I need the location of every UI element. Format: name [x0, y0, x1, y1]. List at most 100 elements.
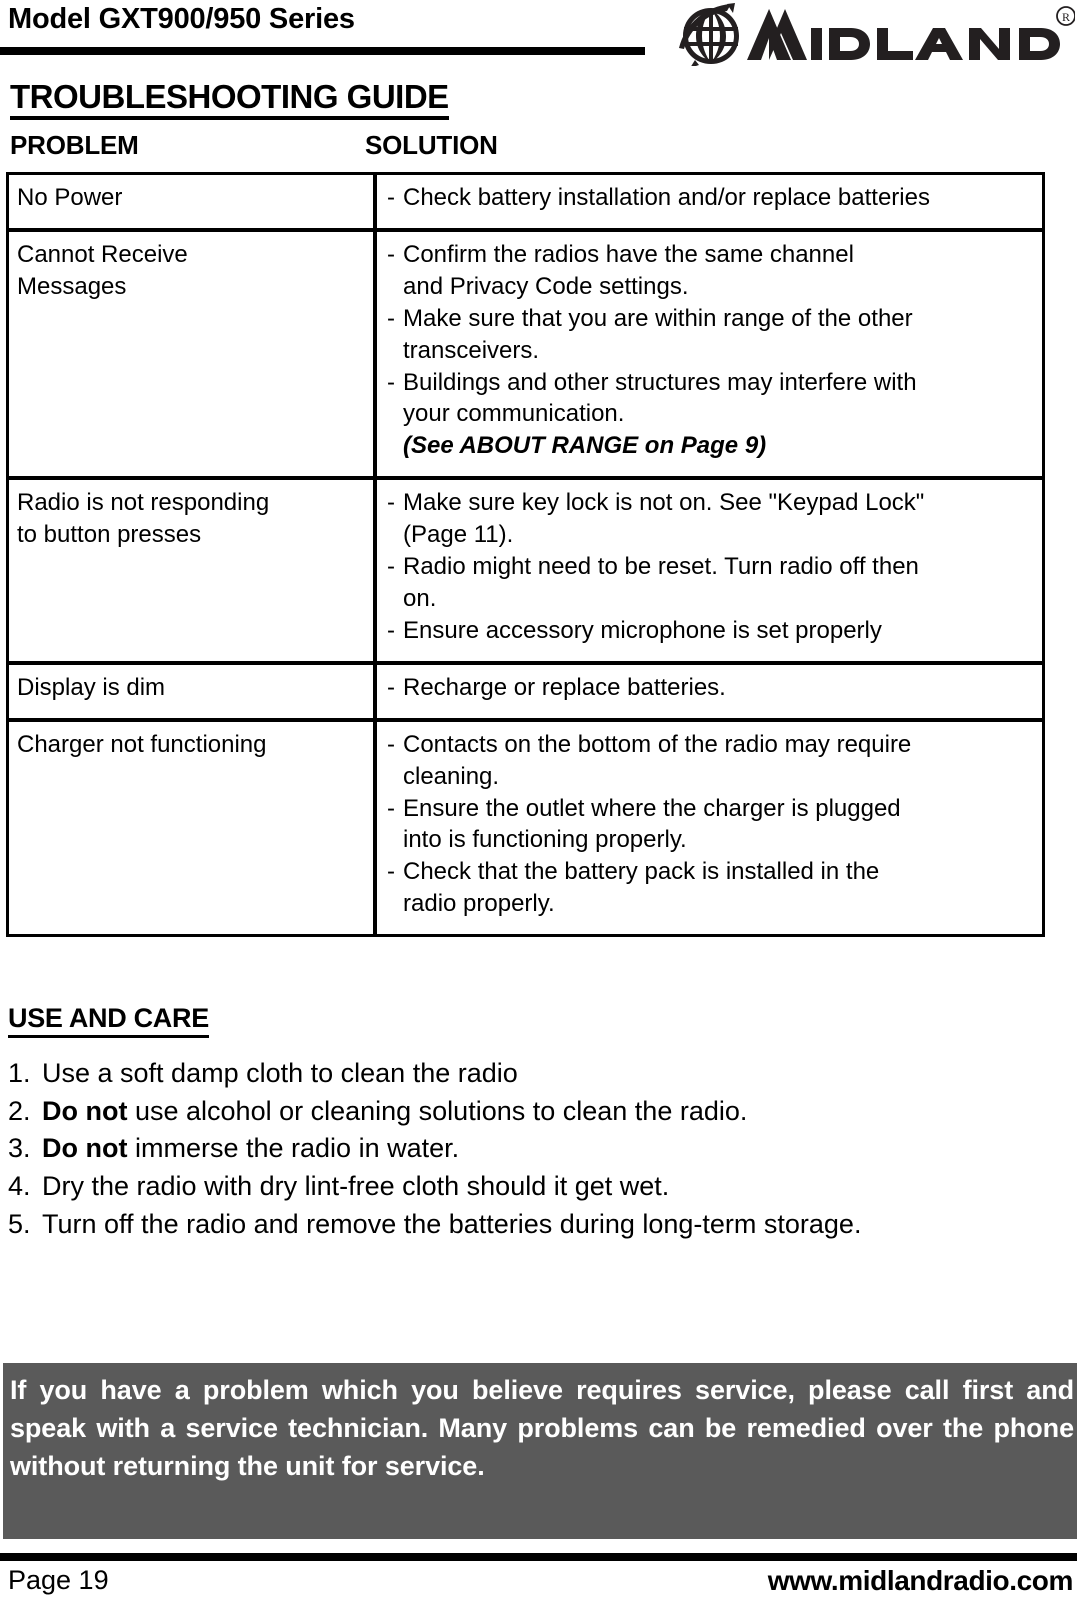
- solution-text-continuation: radio properly.: [403, 890, 555, 918]
- list-item: 2. Do not use alcohol or cleaning solutio…: [8, 1093, 1048, 1130]
- problem-line: to button presses: [17, 521, 202, 549]
- solution-text-continuation: into is functioning properly.: [403, 826, 687, 854]
- midland-wordmark: [747, 9, 1060, 60]
- solution-text: Recharge or replace batteries.: [403, 673, 726, 701]
- list-item: 1. Use a soft damp cloth to clean the rad…: [8, 1055, 1048, 1092]
- problem-cell: Cannot Receive Messages: [7, 229, 377, 479]
- problem-line: Charger not functioning: [17, 730, 267, 758]
- problem-line: Messages: [17, 272, 127, 300]
- solution-text: Buildings and other structures may inter…: [403, 368, 917, 396]
- bullet-dash-icon: -: [387, 368, 395, 396]
- troubleshooting-guide-title: TROUBLESHOOTING GUIDE: [10, 79, 449, 120]
- solution-text-continuation: and Privacy Code settings.: [403, 272, 689, 300]
- bullet-dash-icon: -: [387, 730, 395, 758]
- list-item-emphasis: Do not: [42, 1133, 128, 1164]
- solution-text: Make sure that you are within range of t…: [403, 304, 913, 332]
- bullet-dash-icon: -: [387, 489, 395, 517]
- solution-bullet-line: - Ensure accessory microphone is set prop…: [387, 615, 1036, 647]
- solution-bullet-line: - Make sure that you are within range of …: [387, 303, 1036, 335]
- problem-line: Radio is not responding: [17, 489, 270, 517]
- solution-bullet-line: - Buildings and other structures may inte…: [387, 367, 1036, 399]
- column-heading-solution: SOLUTION: [365, 130, 498, 160]
- solution-text: Confirm the radios have the same channel: [403, 240, 854, 268]
- bullet-dash-icon: -: [387, 553, 395, 581]
- list-item: 3. Do not immerse the radio in water.: [8, 1130, 1048, 1167]
- solution-text: Ensure accessory microphone is set prope…: [403, 616, 882, 644]
- list-item-text: Use a soft damp cloth to clean the radio: [42, 1058, 518, 1088]
- list-item-text: Do not use alcohol or cleaning solutions…: [42, 1095, 748, 1126]
- column-heading-problem: PROBLEM: [10, 130, 139, 160]
- problem-cell: Display is dim: [7, 662, 377, 720]
- solution-bullet-line: - Check battery installation and/or repla…: [387, 182, 1036, 214]
- table-row: Charger not functioning - Contacts on the …: [7, 719, 1044, 936]
- solution-text-continuation: on.: [403, 584, 437, 612]
- solution-text: Ensure the outlet where the charger is p…: [403, 794, 901, 822]
- solution-text-continuation: cleaning.: [403, 762, 500, 790]
- solution-text-continuation: transceivers.: [403, 336, 540, 364]
- solution-bullet-line: - Contacts on the bottom of the radio may…: [387, 729, 1036, 761]
- bullet-dash-icon: -: [387, 240, 395, 268]
- globe-icon: [679, 3, 739, 66]
- registered-trademark-icon: R: [1056, 6, 1075, 26]
- solution-text-continuation: your communication.: [403, 400, 625, 428]
- problem-line: No Power: [17, 184, 123, 211]
- list-item: 4. Dry the radio with dry lint-free cloth…: [8, 1168, 1048, 1205]
- list-item-number: 4.: [8, 1171, 31, 1202]
- solution-text: Radio might need to be reset. Turn radio…: [403, 553, 919, 581]
- problem-line: Display is dim: [17, 673, 166, 701]
- solution-cell: - Recharge or replace batteries.: [375, 663, 1044, 720]
- solution-text-continuation: (Page 11).: [403, 521, 514, 549]
- list-item-number: 1.: [8, 1058, 31, 1088]
- svg-text:R: R: [1062, 10, 1070, 24]
- table-row: Radio is not responding to button presses…: [7, 478, 1044, 663]
- solution-cell: - Confirm the radios have the same channe…: [375, 230, 1044, 478]
- page-header: Model GXT900/950 Series R: [0, 0, 1077, 66]
- service-notice-box: If you have a problem which you believe …: [3, 1363, 1077, 1539]
- model-title: Model GXT900/950 Series: [8, 3, 355, 35]
- solution-bullet-line: - Radio might need to be reset. Turn radi…: [387, 551, 1036, 583]
- problem-cell: No Power: [7, 173, 377, 230]
- list-item-emphasis: Do not: [42, 1095, 128, 1126]
- use-and-care-list: 1. Use a soft damp cloth to clean the rad…: [8, 1055, 1048, 1244]
- list-item: 5. Turn off the radio and remove the batt…: [8, 1206, 1048, 1243]
- problem-cell: Charger not functioning: [7, 719, 377, 936]
- list-item-text: Turn off the radio and remove the batter…: [42, 1208, 862, 1239]
- problem-line: Cannot Receive: [17, 240, 188, 268]
- bullet-dash-icon: -: [387, 304, 395, 332]
- solution-cross-reference-note: (See ABOUT RANGE on Page 9): [403, 432, 767, 460]
- table-column-headings: PROBLEM SOLUTION: [0, 130, 1077, 162]
- troubleshooting-table-body: No Power - Check battery installation and/…: [7, 173, 1044, 936]
- midland-brand-logo: R: [665, 2, 1075, 66]
- solution-bullet-line: - Ensure the outlet where the charger is …: [387, 793, 1036, 825]
- table-row: Display is dim - Recharge or replace batte…: [7, 662, 1044, 720]
- solution-cell: - Contacts on the bottom of the radio may…: [375, 720, 1044, 936]
- bullet-dash-icon: -: [387, 184, 395, 211]
- solution-bullet-line: - Recharge or replace batteries.: [387, 672, 1036, 704]
- page-number: Page 19: [8, 1565, 109, 1595]
- bullet-dash-icon: -: [387, 858, 395, 886]
- page-footer: Page 19 www.midlandradio.com: [0, 1565, 1077, 1602]
- list-item-number: 2.: [8, 1095, 31, 1126]
- use-and-care-title: USE AND CARE: [8, 1003, 209, 1038]
- solution-text: Make sure key lock is not on. See "Keypa…: [403, 489, 925, 517]
- problem-cell: Radio is not responding to button presses: [7, 478, 377, 663]
- solution-cell: - Check battery installation and/or repla…: [375, 174, 1044, 230]
- solution-text: Check that the battery pack is installed…: [403, 858, 880, 886]
- table-row: No Power - Check battery installation and/…: [7, 173, 1044, 230]
- footer-divider-rule: [0, 1553, 1077, 1561]
- list-item-number: 5.: [8, 1208, 31, 1239]
- website-url: www.midlandradio.com: [767, 1565, 1074, 1596]
- solution-bullet-line: - Make sure key lock is not on. See "Keyp…: [387, 487, 1036, 519]
- troubleshooting-table: No Power - Check battery installation and/…: [6, 172, 1045, 938]
- solution-cell: - Make sure key lock is not on. See "Keyp…: [375, 478, 1044, 663]
- solution-text: Contacts on the bottom of the radio may …: [403, 730, 912, 758]
- list-item-text: Dry the radio with dry lint-free cloth s…: [42, 1171, 670, 1202]
- bullet-dash-icon: -: [387, 616, 395, 644]
- table-row: Cannot Receive Messages - Confirm the radio…: [7, 229, 1044, 479]
- solution-text: Check battery installation and/or replac…: [403, 184, 930, 211]
- header-divider-rule: [0, 47, 645, 55]
- solution-bullet-line: - Confirm the radios have the same channe…: [387, 239, 1036, 271]
- bullet-dash-icon: -: [387, 673, 395, 701]
- bullet-dash-icon: -: [387, 794, 395, 822]
- solution-bullet-line: - Check that the battery pack is installe…: [387, 856, 1036, 888]
